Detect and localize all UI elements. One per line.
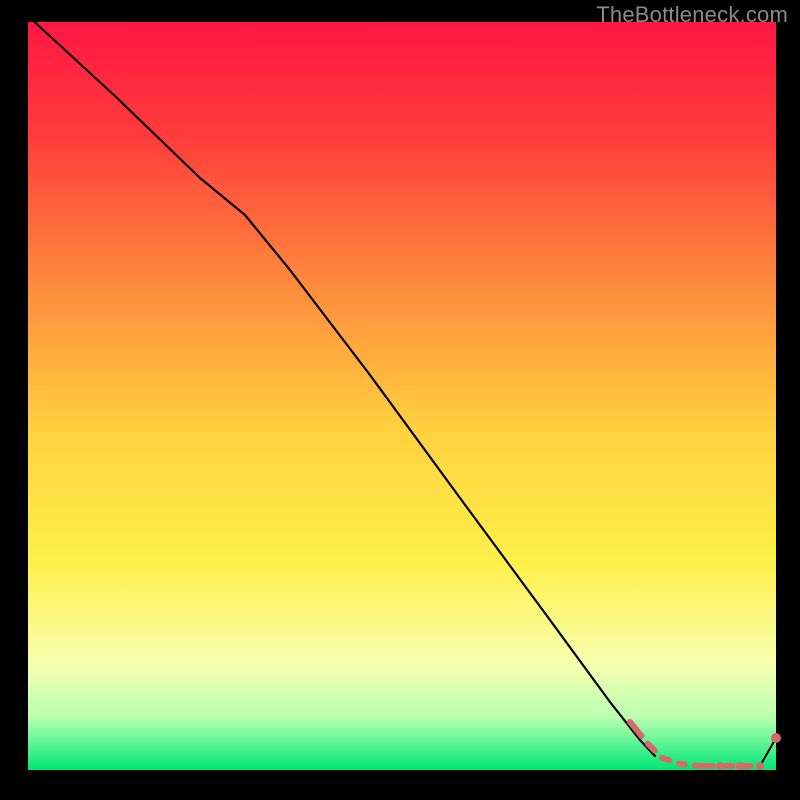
marker-dot	[771, 733, 781, 743]
marker-dot	[736, 762, 744, 770]
watermark-text: TheBottleneck.com	[596, 2, 788, 28]
marker-dot	[756, 762, 764, 770]
chart-frame: TheBottleneck.com	[0, 0, 800, 800]
marker-dot	[716, 762, 724, 770]
chart-svg	[0, 0, 800, 800]
plot-background	[28, 22, 776, 770]
